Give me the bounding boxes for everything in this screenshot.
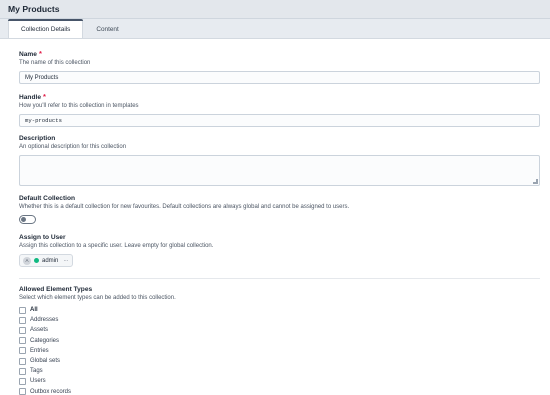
selected-user-chip[interactable]: A admin ···	[19, 254, 73, 267]
checkbox-categories[interactable]	[19, 337, 26, 345]
checkbox-label-addresses: Addresses	[30, 317, 59, 324]
checkbox-label-users: Users	[30, 378, 46, 385]
checkbox-row-tags[interactable]: Tags	[19, 366, 540, 376]
checkbox-users[interactable]	[19, 377, 26, 385]
checkbox-label-all: All	[30, 307, 38, 314]
checkbox-global-sets[interactable]	[19, 357, 26, 365]
collection-form: Name * The name of this collection My Pro…	[0, 38, 550, 395]
handle-field-group: Handle * How you'll refer to this collect…	[19, 92, 540, 127]
resize-handle-icon[interactable]	[533, 179, 538, 184]
toggle-knob	[21, 217, 26, 222]
assign-user-field-group: Assign to User Assign this collection to…	[19, 234, 540, 267]
handle-label-row: Handle *	[19, 92, 540, 101]
user-avatar: A	[23, 256, 31, 265]
tab-bar: Collection Details Content	[0, 19, 550, 38]
assign-user-label: Assign to User	[19, 234, 66, 241]
description-instructions: An optional description for this collect…	[19, 144, 127, 150]
description-field-group: Description An optional description for …	[19, 135, 540, 186]
tab-collection-details[interactable]: Collection Details	[7, 19, 84, 38]
name-label-row: Name *	[19, 49, 540, 58]
checkbox-row-addresses[interactable]: Addresses	[19, 315, 540, 325]
element-types-checkbox-list: All Addresses Assets Categories Entries …	[19, 305, 540, 395]
checkbox-assets[interactable]	[19, 326, 26, 334]
name-label: Name	[19, 51, 37, 58]
more-actions-icon[interactable]: ···	[63, 258, 68, 264]
section-divider	[19, 278, 540, 279]
checkbox-row-all[interactable]: All	[19, 305, 540, 315]
user-status-dot-icon	[34, 258, 39, 263]
checkbox-label-assets: Assets	[30, 327, 49, 334]
handle-label: Handle	[19, 94, 41, 101]
checkbox-label-outbox-records: Outbox records	[30, 388, 72, 395]
element-types-instructions: Select which element types can be added …	[19, 295, 176, 301]
checkbox-tags[interactable]	[19, 367, 26, 375]
checkbox-row-categories[interactable]: Categories	[19, 336, 540, 346]
user-name: admin	[42, 257, 59, 264]
name-instructions: The name of this collection	[19, 60, 91, 66]
checkbox-row-outbox-records[interactable]: Outbox records	[19, 387, 540, 395]
default-collection-label: Default Collection	[19, 195, 76, 202]
description-label: Description	[19, 135, 56, 142]
tab-content[interactable]: Content	[83, 19, 131, 38]
checkbox-row-users[interactable]: Users	[19, 376, 540, 386]
checkbox-label-categories: Categories	[30, 337, 60, 344]
name-input-value: My Products	[25, 74, 59, 81]
handle-required-mark: *	[42, 92, 46, 101]
name-required-mark: *	[38, 49, 42, 58]
default-collection-toggle[interactable]	[19, 215, 36, 224]
name-field-group: Name * The name of this collection My Pro…	[19, 49, 540, 84]
checkbox-label-tags: Tags	[30, 368, 43, 375]
assign-user-instructions: Assign this collection to a specific use…	[19, 243, 214, 249]
checkbox-row-assets[interactable]: Assets	[19, 325, 540, 335]
checkbox-label-global-sets: Global sets	[30, 358, 61, 365]
page-title: My Products	[8, 4, 60, 14]
handle-input[interactable]: my-products	[19, 114, 540, 127]
checkbox-row-global-sets[interactable]: Global sets	[19, 356, 540, 366]
page-header: My Products	[0, 0, 550, 19]
element-types-field-group: Allowed Element Types Select which eleme…	[19, 286, 540, 395]
checkbox-addresses[interactable]	[19, 316, 26, 324]
description-textarea[interactable]	[19, 155, 540, 186]
default-collection-field-group: Default Collection Whether this is a def…	[19, 195, 540, 224]
checkbox-row-entries[interactable]: Entries	[19, 346, 540, 356]
element-types-label: Allowed Element Types	[19, 286, 93, 293]
checkbox-outbox-records[interactable]	[19, 388, 26, 395]
checkbox-entries[interactable]	[19, 347, 26, 355]
handle-input-value: my-products	[25, 117, 62, 124]
default-collection-instructions: Whether this is a default collection for…	[19, 204, 350, 210]
name-input[interactable]: My Products	[19, 71, 540, 84]
checkbox-label-entries: Entries	[30, 347, 49, 354]
checkbox-all[interactable]	[19, 306, 26, 314]
handle-instructions: How you'll refer to this collection in t…	[19, 103, 139, 109]
